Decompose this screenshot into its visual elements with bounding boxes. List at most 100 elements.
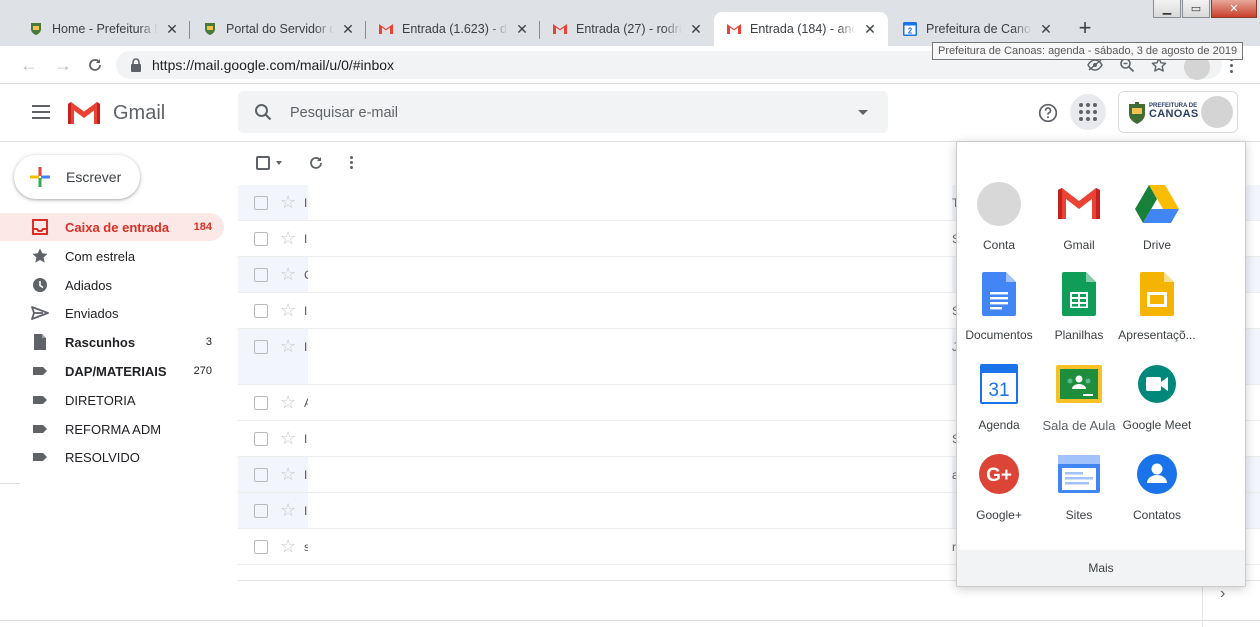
sidebar-item-diretoria[interactable]: DIRETORIA (0, 386, 224, 414)
close-tab-icon[interactable]: ✕ (862, 21, 878, 37)
app-tile-conta[interactable]: Conta (956, 180, 1042, 270)
star-icon[interactable]: ☆ (280, 393, 296, 411)
star-icon[interactable]: ☆ (280, 465, 296, 483)
label-icon (30, 419, 50, 439)
maximize-button[interactable]: ▭ (1182, 0, 1210, 18)
close-tab-icon[interactable]: ✕ (340, 21, 356, 37)
app-tile-drive[interactable]: Drive (1114, 180, 1200, 270)
app-label: Drive (1142, 238, 1171, 252)
unread-count: 3 (205, 336, 212, 348)
app-tile-planilhas[interactable]: Planilhas (1036, 270, 1122, 360)
more-options-icon[interactable] (350, 156, 353, 169)
chevron-right-icon[interactable]: › (1220, 585, 1225, 603)
window-close-button[interactable]: ✕ (1211, 0, 1257, 18)
row-checkbox[interactable] (254, 232, 268, 246)
browser-tab-portal-servidor[interactable]: Portal do Servidor da ✕ (190, 12, 366, 46)
gmail-icon (378, 21, 394, 37)
avatar[interactable] (1201, 96, 1233, 128)
browser-tab-prefeitura-canoas[interactable]: 2 Prefeitura de Canoas ✕ (890, 12, 1064, 46)
plus-icon (30, 167, 50, 187)
star-icon[interactable]: ☆ (280, 265, 296, 283)
star-icon[interactable]: ☆ (280, 301, 296, 319)
sidebar-item-reforma-adm[interactable]: REFORMA ADM (0, 415, 224, 443)
row-checkbox[interactable] (254, 268, 268, 282)
star-icon[interactable]: ☆ (280, 429, 296, 447)
row-checkbox[interactable] (254, 504, 268, 518)
close-tab-icon[interactable]: ✕ (1038, 21, 1054, 37)
account-switcher[interactable]: PREFEITURA DE CANOAS (1118, 91, 1238, 133)
tab-title: Entrada (27) - rodrigo (576, 22, 682, 36)
star-icon[interactable]: ☆ (280, 537, 296, 555)
row-checkbox[interactable] (254, 540, 268, 554)
chevron-down-icon[interactable] (276, 161, 282, 165)
star-icon (30, 246, 50, 266)
app-tile-documentos[interactable]: Documentos (956, 270, 1042, 360)
help-icon[interactable] (1038, 103, 1058, 123)
browser-tab-entrada-184[interactable]: Entrada (184) - andre ✕ (714, 12, 888, 46)
sidebar-item-label: REFORMA ADM (65, 421, 162, 437)
send-icon (30, 303, 50, 323)
forward-button[interactable]: → (52, 54, 74, 76)
star-icon[interactable]: ☆ (280, 337, 296, 355)
redacted-content (308, 529, 952, 564)
refresh-icon[interactable] (308, 155, 324, 171)
drive-icon (1133, 180, 1181, 228)
sheets-icon (1055, 270, 1103, 318)
sidebar-item-caixa-de-entrada[interactable]: Caixa de entrada 184 (0, 213, 224, 241)
label-icon (30, 361, 50, 381)
browser-tab-home-prefeitura[interactable]: Home - Prefeitura Mu ✕ (16, 12, 190, 46)
more-apps-button[interactable]: Mais (957, 550, 1245, 586)
sidebar-item-adiados[interactable]: Adiados (0, 271, 224, 299)
minimize-button[interactable]: ▁ (1153, 0, 1181, 18)
row-checkbox[interactable] (254, 196, 268, 210)
slides-icon (1133, 270, 1181, 318)
app-tile-google[interactable]: G+ Google+ (956, 450, 1042, 540)
app-tile-contatos[interactable]: Contatos (1114, 450, 1200, 540)
search-input[interactable]: Pesquisar e-mail (290, 105, 398, 121)
main-menu-icon[interactable] (32, 105, 50, 119)
row-checkbox[interactable] (254, 396, 268, 410)
row-checkbox[interactable] (254, 340, 268, 354)
meet-icon (1133, 360, 1181, 408)
redacted-content (308, 185, 952, 220)
reload-button[interactable] (84, 54, 106, 76)
row-checkbox[interactable] (254, 304, 268, 318)
tab-title: Entrada (1.623) - deis (402, 22, 508, 36)
app-tile-google-meet[interactable]: Google Meet (1114, 360, 1200, 450)
app-tile-agenda[interactable]: 31 Agenda (956, 360, 1042, 450)
sidebar-item-enviados[interactable]: Enviados (0, 299, 224, 327)
star-icon[interactable]: ☆ (280, 501, 296, 519)
google-apps-button[interactable] (1070, 94, 1106, 130)
star-icon[interactable]: ☆ (280, 229, 296, 247)
close-tab-icon[interactable]: ✕ (514, 21, 530, 37)
sidebar-item-resolvido[interactable]: RESOLVIDO (0, 443, 224, 471)
select-all-checkbox[interactable] (256, 156, 282, 170)
compose-button[interactable]: Escrever (14, 155, 140, 199)
close-tab-icon[interactable]: ✕ (164, 21, 180, 37)
divider (0, 483, 20, 484)
row-checkbox[interactable] (254, 468, 268, 482)
sidebar-item-rascunhos[interactable]: Rascunhos 3 (0, 328, 224, 356)
row-checkbox[interactable] (254, 432, 268, 446)
app-tile-apresenta[interactable]: Apresentaçõ... (1114, 270, 1200, 360)
redacted-content (308, 257, 952, 292)
close-tab-icon[interactable]: ✕ (688, 21, 704, 37)
new-tab-button[interactable]: + (1074, 17, 1096, 40)
gmail-wordmark: Gmail (113, 102, 166, 124)
star-icon[interactable]: ☆ (280, 193, 296, 211)
browser-tab-entrada-1623[interactable]: Entrada (1.623) - deis ✕ (366, 12, 540, 46)
app-tile-gmail[interactable]: Gmail (1036, 180, 1122, 270)
svg-text:2: 2 (908, 27, 913, 36)
app-tile-sala-de-aula[interactable]: Sala de Aula (1036, 360, 1122, 450)
search-bar[interactable]: Pesquisar e-mail (238, 91, 888, 133)
sidebar-item-label: RESOLVIDO (65, 449, 140, 465)
search-options-icon[interactable] (858, 110, 868, 115)
sidebar-item-com-estrela[interactable]: Com estrela (0, 242, 224, 270)
app-tile-sites[interactable]: Sites (1036, 450, 1122, 540)
search-icon[interactable] (254, 103, 272, 121)
sidebar-item-dap-materiais[interactable]: DAP/MATERIAIS 270 (0, 357, 224, 385)
gmail-icon (552, 21, 568, 37)
back-button[interactable]: ← (18, 54, 40, 76)
crest-icon (28, 21, 44, 37)
browser-tab-entrada-27[interactable]: Entrada (27) - rodrigo ✕ (540, 12, 714, 46)
